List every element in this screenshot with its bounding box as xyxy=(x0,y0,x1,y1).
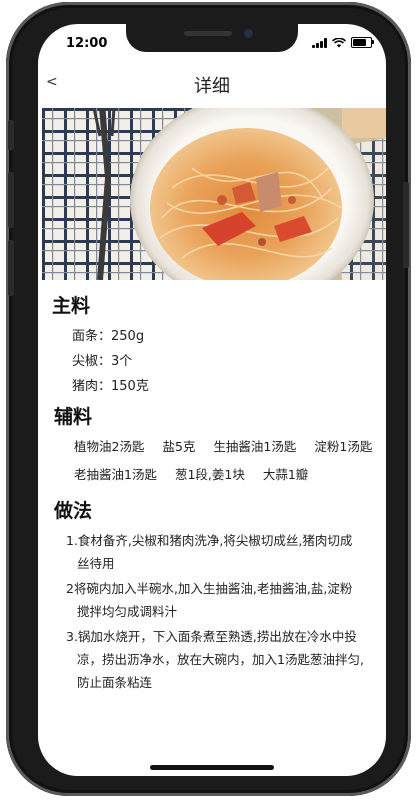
sub-ingredient-item: 老抽酱油1汤匙 xyxy=(74,467,157,482)
main-ingredients-title: 主料 xyxy=(52,295,91,317)
recipe-content: 主料 面条：250g 尖椒：3个 猪肉：150克 辅料 植物油2汤匙 盐5克 生… xyxy=(38,280,386,694)
method-step: 3.锅加水烧开，下入面条煮至熟透,捞出放在冷水中投 凉，捞出沥净水，放在大碗内，… xyxy=(38,625,386,694)
step-line: 凉，捞出沥净水，放在大碗内，加入1汤匙葱油拌匀, xyxy=(77,652,364,667)
sub-ingredient-item: 葱1段,姜1块 xyxy=(174,467,245,482)
spaghetti-photo xyxy=(42,108,386,280)
volume-up-button xyxy=(8,172,14,228)
hero-image xyxy=(42,108,386,280)
status-icons xyxy=(312,37,374,48)
method-step: 2将碗内加入半碗水,加入生抽酱油,老抽酱油,盐,淀粉 搅拌均匀成调料汁 xyxy=(38,577,386,623)
main-ingredient-item: 猪肉：150克 xyxy=(72,379,149,394)
step-line: 2将碗内加入半碗水,加入生抽酱油,老抽酱油,盐,淀粉 xyxy=(66,581,353,596)
signal-icon xyxy=(312,37,327,48)
wifi-icon xyxy=(332,37,346,47)
main-ingredient-item: 尖椒：3个 xyxy=(72,354,133,369)
nav-bar: < 详细 xyxy=(38,64,386,104)
sub-ingredient-item: 盐5克 xyxy=(162,439,196,454)
sub-ingredients-title: 辅料 xyxy=(54,406,93,428)
sub-ingredient-item: 生抽酱油1汤匙 xyxy=(213,439,297,454)
page-title: 详细 xyxy=(194,76,230,97)
method-step: 1.食材备齐,尖椒和猪肉洗净,将尖椒切成丝,猪肉切成 丝待用 xyxy=(38,529,386,575)
sub-ingredients-list: 植物油2汤匙 盐5克 生抽酱油1汤匙 淀粉1汤匙 老抽酱油1汤匙 葱1段,姜1块… xyxy=(38,433,374,489)
sub-ingredient-item: 淀粉1汤匙 xyxy=(314,439,373,454)
method-title: 做法 xyxy=(54,500,93,522)
speaker-grille xyxy=(184,31,232,36)
phone-frame: 12:00 < 详细 主料 面条：250g 尖椒：3个 猪肉：150克 辅料 植… xyxy=(6,2,411,796)
volume-down-button xyxy=(8,240,14,296)
step-line: 1.食材备齐,尖椒和猪肉洗净,将尖椒切成丝,猪肉切成 xyxy=(66,533,353,548)
status-time: 12:00 xyxy=(66,36,108,51)
main-ingredient-item: 面条：250g xyxy=(72,329,145,344)
step-line: 丝待用 xyxy=(77,556,115,571)
step-line: 搅拌均匀成调料汁 xyxy=(77,604,178,619)
sub-ingredient-item: 大蒜1瓣 xyxy=(262,467,309,482)
mute-switch xyxy=(8,120,14,150)
battery-icon xyxy=(351,37,374,48)
step-line: 防止面条粘连 xyxy=(77,675,153,690)
sub-ingredient-item: 植物油2汤匙 xyxy=(74,439,145,454)
power-button xyxy=(403,182,409,268)
home-indicator[interactable] xyxy=(150,765,274,770)
screen: 12:00 < 详细 主料 面条：250g 尖椒：3个 猪肉：150克 辅料 植… xyxy=(38,24,386,776)
front-camera xyxy=(244,29,253,38)
notch xyxy=(126,24,298,52)
step-line: 3.锅加水烧开，下入面条煮至熟透,捞出放在冷水中投 xyxy=(66,629,357,644)
battery-level xyxy=(353,39,366,46)
